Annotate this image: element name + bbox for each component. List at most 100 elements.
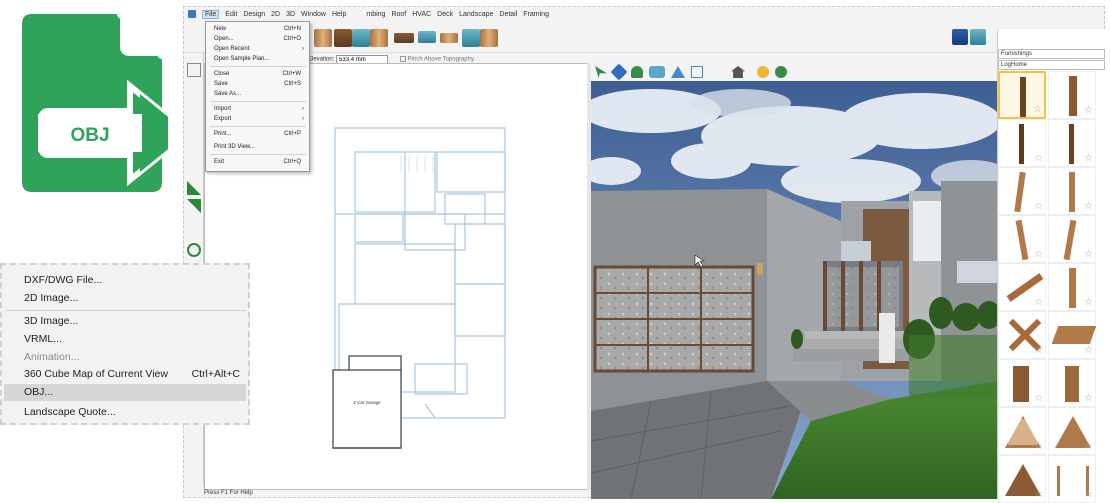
menu-item-new[interactable]: New Ctrl+N	[206, 24, 309, 34]
3d-view[interactable]	[591, 81, 997, 499]
railing-tool-icon[interactable]	[418, 31, 436, 43]
paint-icon[interactable]	[610, 63, 628, 81]
menu-item-open-sample-plan[interactable]: Open Sample Plan...	[206, 54, 309, 64]
beam-tool-icon[interactable]	[370, 29, 388, 47]
library-item[interactable]: ☆	[1048, 407, 1096, 455]
export-item-landscape-quote[interactable]: Landscape Quote...	[24, 404, 246, 421]
tab-landscape[interactable]: Landscape	[459, 11, 493, 18]
fountain-icon[interactable]	[649, 66, 665, 78]
library-subcategory-select[interactable]: LogHome	[998, 60, 1105, 70]
menu-window[interactable]: Window	[301, 11, 326, 18]
window-tool-icon[interactable]	[352, 29, 370, 47]
menu-item-export[interactable]: Export ›	[206, 114, 309, 124]
house-icon[interactable]	[731, 66, 745, 78]
tab-hvac[interactable]: HVAC	[412, 11, 431, 18]
library-item[interactable]: ☆	[1048, 215, 1096, 263]
library-panel: Furnishings LogHome ☆ ☆ ☆ ☆ ☆ ☆ ☆ ☆ ☆ ☆ …	[997, 29, 1106, 503]
export-item-2d-image[interactable]: 2D Image...	[24, 290, 246, 307]
library-item[interactable]: ☆	[998, 119, 1046, 167]
menu-item-exit[interactable]: Exit Ctrl+Q	[206, 157, 309, 167]
library-item[interactable]: ☆	[1048, 167, 1096, 215]
menu-item-print[interactable]: Print... Ctrl+P	[206, 129, 309, 139]
export-item-3d-image[interactable]: 3D Image...	[24, 313, 246, 330]
favorite-star-icon[interactable]: ☆	[1034, 394, 1043, 404]
sun-icon[interactable]	[757, 66, 769, 78]
library-item[interactable]: ☆	[998, 263, 1046, 311]
library-item[interactable]: ☆	[1048, 359, 1096, 407]
favorite-star-icon[interactable]: ☆	[1084, 106, 1093, 116]
menu-item-import[interactable]: Import ›	[206, 104, 309, 114]
favorite-star-icon[interactable]: ☆	[1084, 394, 1093, 404]
favorite-star-icon[interactable]: ☆	[1084, 490, 1093, 500]
pin-topography-checkbox[interactable]: Pinch Above Topography	[400, 56, 474, 63]
library-item[interactable]: ☆	[1048, 263, 1096, 311]
favorite-star-icon[interactable]: ☆	[1084, 202, 1093, 212]
submenu-arrow-icon: ›	[302, 116, 304, 122]
export-item-360-cube-map[interactable]: 360 Cube Map of Current View Ctrl+Alt+C	[24, 366, 246, 383]
library-item[interactable]: ☆	[1048, 455, 1096, 503]
view-mode-icon[interactable]	[952, 29, 968, 45]
door-tool-icon[interactable]	[334, 29, 352, 47]
library-item[interactable]: ☆	[998, 407, 1046, 455]
library-item[interactable]: ☆	[1048, 311, 1097, 359]
favorite-star-icon[interactable]: ☆	[1084, 442, 1093, 452]
tab-deck[interactable]: Deck	[437, 11, 453, 18]
library-category-select[interactable]: Furnishings	[998, 49, 1105, 59]
library-item[interactable]: ☆	[998, 455, 1046, 503]
library-item[interactable]: ☆	[998, 215, 1046, 263]
menu-3d[interactable]: 3D	[286, 11, 295, 18]
tab-roof[interactable]: Roof	[391, 11, 406, 18]
library-item[interactable]: ☆	[998, 359, 1046, 407]
favorite-star-icon[interactable]: ☆	[1034, 250, 1043, 260]
stairs-tool-icon[interactable]	[314, 29, 332, 47]
menu-edit[interactable]: Edit	[225, 11, 237, 18]
menu-2d[interactable]: 2D	[271, 11, 280, 18]
plan-view-icon[interactable]	[970, 29, 986, 45]
favorite-star-icon[interactable]: ☆	[1034, 490, 1043, 500]
favorite-star-icon[interactable]: ☆	[1084, 298, 1093, 308]
favorite-star-icon[interactable]: ☆	[1084, 250, 1093, 260]
render-icon[interactable]	[775, 66, 787, 78]
export-item-dxf-dwg[interactable]: DXF/DWG File...	[24, 272, 246, 289]
library-item[interactable]: ☆	[1048, 119, 1096, 167]
terrain-icon[interactable]	[671, 66, 685, 78]
menu-item-save-as[interactable]: Save As...	[206, 89, 309, 99]
select-tool-icon[interactable]	[187, 63, 201, 77]
library-item[interactable]: ☆	[998, 311, 1046, 359]
tab-detail[interactable]: Detail	[499, 11, 517, 18]
favorite-star-icon[interactable]: ☆	[1033, 105, 1042, 115]
favorite-star-icon[interactable]: ☆	[1084, 154, 1093, 164]
tab-plumbing[interactable]: mbing	[366, 11, 385, 18]
menu-file[interactable]: File	[202, 9, 220, 19]
library-item[interactable]: ☆	[1048, 71, 1096, 119]
library-item[interactable]: ☆	[998, 167, 1046, 215]
menu-item-close[interactable]: Close Ctrl+W	[206, 69, 309, 79]
favorite-star-icon[interactable]: ☆	[1034, 346, 1043, 356]
menu-item-open-recent[interactable]: Open Recent ›	[206, 44, 309, 54]
select-3d-icon[interactable]	[595, 66, 607, 78]
menu-design[interactable]: Design	[243, 11, 265, 18]
menu-item-print-3d-view[interactable]: Print 3D View...	[206, 142, 309, 152]
export-item-vrml[interactable]: VRML...	[24, 331, 246, 348]
wall-tool-icon[interactable]	[394, 33, 414, 43]
column-tool-icon[interactable]	[480, 29, 498, 47]
obj-file-icon: OBJ	[22, 14, 168, 192]
arch-tool-icon[interactable]	[462, 29, 480, 47]
favorite-star-icon[interactable]: ☆	[1034, 298, 1043, 308]
fence-tool-icon[interactable]	[440, 33, 458, 43]
chain-tool-icon[interactable]	[187, 243, 201, 257]
favorite-star-icon[interactable]: ☆	[1034, 154, 1043, 164]
menu-help[interactable]: Help	[332, 11, 346, 18]
library-item[interactable]: ☆	[998, 71, 1046, 119]
favorite-star-icon[interactable]: ☆	[1084, 346, 1093, 356]
tab-framing[interactable]: Framing	[523, 11, 549, 18]
arrow-tool-icon[interactable]	[187, 181, 201, 195]
plant-icon[interactable]	[631, 66, 643, 78]
camera-icon[interactable]	[691, 66, 703, 78]
menu-item-open[interactable]: Open... Ctrl+O	[206, 34, 309, 44]
favorite-star-icon[interactable]: ☆	[1034, 202, 1043, 212]
favorite-star-icon[interactable]: ☆	[1034, 442, 1043, 452]
resize-tool-icon[interactable]	[187, 199, 201, 213]
export-item-obj[interactable]: OBJ...	[4, 384, 246, 401]
menu-item-save[interactable]: Save Ctrl+S	[206, 79, 309, 89]
